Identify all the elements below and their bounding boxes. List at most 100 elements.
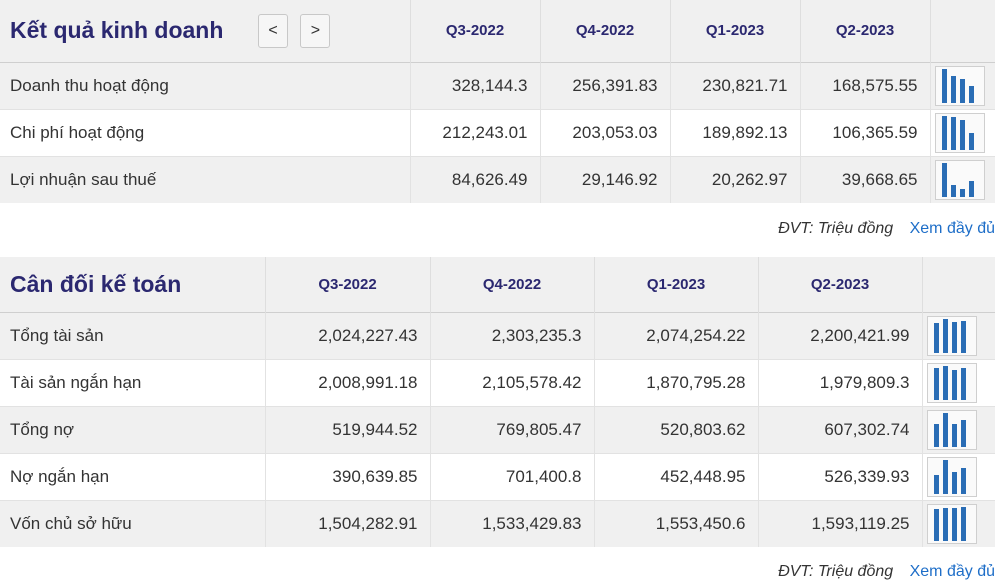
period-nav: < >	[258, 14, 331, 48]
table-row: Tổng tài sản 2,024,227.43 2,303,235.3 2,…	[0, 311, 995, 359]
cell-value: 2,200,421.99	[757, 311, 922, 359]
row-label: Doanh thu hoạt động	[0, 61, 410, 109]
mini-bar	[959, 78, 965, 103]
business-results-footer: ĐVT: Triệu đồng Xem đầy đủ	[778, 220, 995, 238]
mini-bar	[933, 367, 939, 400]
mini-bar	[951, 471, 957, 494]
row-label: Tổng nợ	[0, 405, 265, 453]
cell-value: 1,504,282.91	[264, 499, 430, 547]
cell-value: 520,803.62	[593, 405, 758, 453]
cell-value: 1,593,119.25	[757, 499, 922, 547]
cell-value: 20,262.97	[669, 155, 800, 203]
mini-bar	[941, 68, 947, 103]
period-header: Q2-2023	[799, 0, 930, 62]
mini-bar	[960, 467, 966, 494]
period-header: Q3-2022	[264, 257, 430, 312]
period-header: Q1-2023	[593, 257, 758, 312]
cell-value: 212,243.01	[409, 108, 540, 156]
mini-bar-chart[interactable]	[934, 159, 985, 200]
mini-bar-chart[interactable]	[926, 315, 977, 356]
mini-bar-chart[interactable]	[926, 409, 977, 450]
sparkline-header	[921, 257, 995, 312]
mini-bar-chart[interactable]	[926, 456, 977, 497]
mini-bar-chart[interactable]	[926, 362, 977, 403]
unit-note: ĐVT: Triệu đồng	[778, 563, 894, 580]
cell-value: 2,024,227.43	[264, 311, 430, 359]
period-header: Q1-2023	[669, 0, 800, 62]
next-period-button[interactable]: >	[300, 14, 331, 48]
cell-value: 84,626.49	[409, 155, 540, 203]
mini-bar	[959, 188, 965, 197]
cell-value: 519,944.52	[264, 405, 430, 453]
mini-bar	[942, 412, 948, 447]
mini-bar-chart[interactable]	[934, 65, 985, 106]
cell-value: 168,575.55	[799, 61, 930, 109]
cell-value: 230,821.71	[669, 61, 800, 109]
view-full-link[interactable]: Xem đầy đủ	[910, 220, 995, 237]
mini-bar-chart[interactable]	[926, 503, 977, 544]
mini-bar	[950, 184, 956, 197]
mini-bar-chart[interactable]	[934, 112, 985, 153]
mini-bar	[951, 507, 957, 541]
cell-value: 256,391.83	[539, 61, 670, 109]
cell-value: 1,870,795.28	[593, 358, 758, 406]
mini-bar	[942, 365, 948, 400]
cell-value: 29,146.92	[539, 155, 670, 203]
mini-bar	[960, 419, 966, 447]
mini-bar	[960, 367, 966, 400]
period-header: Q2-2023	[757, 257, 922, 312]
balance-sheet-header: Cân đối kế toán Q3-2022 Q4-2022 Q1-2023 …	[0, 257, 995, 312]
period-header: Q4-2022	[429, 257, 594, 312]
cell-value: 1,979,809.3	[757, 358, 922, 406]
row-label: Tổng tài sản	[0, 311, 265, 359]
period-header: Q3-2022	[409, 0, 540, 62]
cell-value: 106,365.59	[799, 108, 930, 156]
cell-value: 526,339.93	[757, 452, 922, 500]
mini-bar	[950, 75, 956, 103]
cell-value: 701,400.8	[429, 452, 594, 500]
cell-value: 39,668.65	[799, 155, 930, 203]
cell-value: 2,008,991.18	[264, 358, 430, 406]
cell-value: 1,533,429.83	[429, 499, 594, 547]
row-label: Vốn chủ sở hữu	[0, 499, 265, 547]
mini-bar	[933, 508, 939, 541]
mini-bar	[968, 85, 974, 103]
table-row: Vốn chủ sở hữu 1,504,282.91 1,533,429.83…	[0, 499, 995, 547]
cell-value: 2,074,254.22	[593, 311, 758, 359]
mini-bar	[942, 507, 948, 541]
table-row: Tổng nợ 519,944.52 769,805.47 520,803.62…	[0, 405, 995, 453]
table-row: Chi phí hoạt động 212,243.01 203,053.03 …	[0, 108, 995, 156]
mini-bar	[951, 321, 957, 353]
cell-value: 1,553,450.6	[593, 499, 758, 547]
mini-bar	[941, 115, 947, 150]
sparkline-header	[929, 0, 995, 62]
table-row: Lợi nhuận sau thuế 84,626.49 29,146.92 2…	[0, 155, 995, 203]
row-label: Nợ ngắn hạn	[0, 452, 265, 500]
table-row: Doanh thu hoạt động 328,144.3 256,391.83…	[0, 61, 995, 109]
table-row: Nợ ngắn hạn 390,639.85 701,400.8 452,448…	[0, 452, 995, 500]
row-label: Tài sản ngắn hạn	[0, 358, 265, 406]
cell-value: 452,448.95	[593, 452, 758, 500]
mini-bar	[951, 369, 957, 400]
cell-value: 328,144.3	[409, 61, 540, 109]
mini-bar	[959, 119, 965, 150]
balance-sheet-table: Cân đối kế toán Q3-2022 Q4-2022 Q1-2023 …	[0, 257, 995, 547]
prev-period-button[interactable]: <	[258, 14, 288, 48]
business-results-title: Kết quả kinh doanh	[10, 17, 224, 44]
balance-sheet-title: Cân đối kế toán	[10, 270, 182, 297]
mini-bar	[950, 116, 956, 150]
cell-value: 390,639.85	[264, 452, 430, 500]
cell-value: 2,303,235.3	[429, 311, 594, 359]
mini-bar	[968, 132, 974, 150]
mini-bar	[960, 506, 966, 541]
unit-note: ĐVT: Triệu đồng	[778, 220, 894, 237]
mini-bar	[968, 180, 974, 197]
cell-value: 607,302.74	[757, 405, 922, 453]
cell-value: 769,805.47	[429, 405, 594, 453]
cell-value: 2,105,578.42	[429, 358, 594, 406]
balance-sheet-footer: ĐVT: Triệu đồng Xem đầy đủ	[778, 563, 995, 581]
mini-bar	[933, 474, 939, 494]
mini-bar	[941, 162, 947, 197]
view-full-link[interactable]: Xem đầy đủ	[910, 563, 995, 580]
period-header: Q4-2022	[539, 0, 670, 62]
